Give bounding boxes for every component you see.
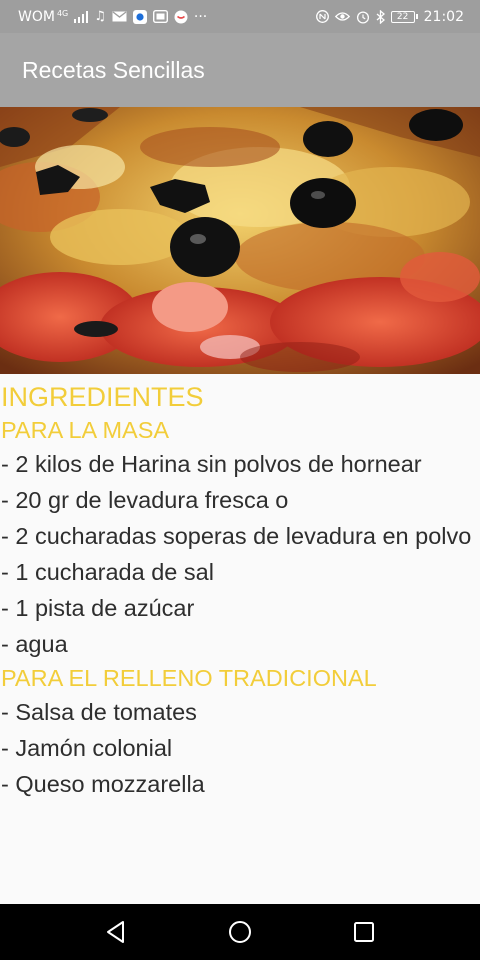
ingredients-heading: INGREDIENTES (1, 382, 204, 412)
bluetooth-icon (376, 9, 385, 24)
section-title-filling: PARA EL RELLENO TRADICIONAL (1, 665, 377, 691)
list-item: - agua (1, 631, 68, 657)
nfc-icon (315, 10, 329, 23)
list-item: - 1 pista de azúcar (1, 595, 195, 621)
battery-tip (415, 14, 418, 19)
list-item: - 2 kilos de Harina sin polvos de hornea… (1, 451, 422, 477)
navigation-bar (0, 904, 480, 960)
status-right: 22 21:02 (315, 8, 464, 25)
back-button[interactable] (93, 909, 139, 955)
chat-icon (174, 10, 188, 24)
alarm-icon (356, 10, 370, 24)
gallery-icon (152, 10, 168, 23)
recipe-content: INGREDIENTES PARA LA MASA - 2 kilos de H… (0, 374, 480, 904)
section-title-dough: PARA LA MASA (1, 417, 170, 443)
overflow-indicator: ··· (193, 8, 208, 25)
app-badge-icon (132, 9, 147, 24)
clock: 21:02 (423, 8, 464, 25)
home-icon (229, 921, 251, 943)
battery-level: 22 (390, 10, 415, 23)
status-left: WOM 4G ♫ ··· (18, 9, 207, 25)
mail-icon (112, 11, 127, 22)
list-item: - Jamón colonial (1, 735, 173, 761)
list-item: - Salsa de tomates (1, 699, 197, 725)
home-button[interactable] (217, 909, 263, 955)
back-icon (107, 921, 124, 943)
list-item: - Queso mozzarella (1, 771, 205, 797)
music-icon: ♫ (94, 9, 106, 24)
pizza-photo (0, 107, 480, 374)
list-item: - 2 cucharadas soperas de levadura en po… (1, 523, 472, 549)
recents-button[interactable] (341, 909, 387, 955)
list-item: - 20 gr de levadura fresca o (1, 487, 289, 513)
status-bar: WOM 4G ♫ ··· 22 21:02 (0, 0, 480, 33)
battery-icon: 22 (390, 10, 418, 23)
signal-icon (74, 10, 89, 23)
eye-comfort-icon (334, 11, 350, 22)
app-bar: Recetas Sencillas (0, 33, 480, 107)
recents-icon (354, 922, 374, 942)
network-label: 4G (56, 9, 69, 18)
list-item: - 1 cucharada de sal (1, 559, 214, 585)
app-title: Recetas Sencillas (22, 56, 205, 83)
carrier-label: WOM (18, 8, 55, 25)
